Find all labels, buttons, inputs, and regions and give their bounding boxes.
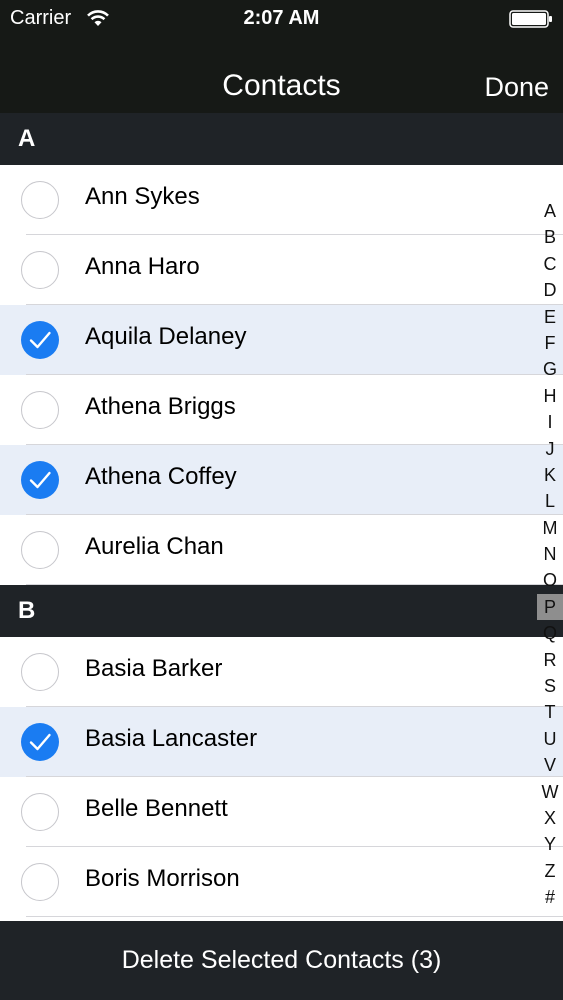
contact-name: Basia Lancaster (85, 725, 258, 752)
section-header-a: A (0, 113, 563, 165)
checkmark-icon[interactable] (21, 723, 59, 761)
contact-name: Ann Sykes (85, 183, 200, 210)
index-letter[interactable]: J (537, 436, 563, 462)
index-letter[interactable]: G (537, 356, 563, 382)
index-letter[interactable]: P (537, 593, 563, 621)
checkmark-icon[interactable] (21, 321, 59, 359)
index-letter[interactable]: N (537, 541, 563, 567)
unchecked-circle-icon[interactable] (21, 251, 59, 289)
navigation-bar: Contacts Done (0, 40, 563, 113)
unchecked-circle-icon[interactable] (21, 181, 59, 219)
index-letter[interactable]: A (537, 198, 563, 224)
unchecked-circle-icon[interactable] (21, 863, 59, 901)
index-letter[interactable]: L (537, 488, 563, 514)
index-letter[interactable]: W (537, 779, 563, 805)
contact-row[interactable]: Aurelia Chan (0, 515, 563, 585)
section-header-b: B (0, 585, 563, 637)
contact-name: Aquila Delaney (85, 323, 247, 350)
index-letter[interactable]: D (537, 277, 563, 303)
index-letter[interactable]: H (537, 383, 563, 409)
page-title: Contacts (222, 69, 341, 102)
index-letter[interactable]: U (537, 726, 563, 752)
index-letter[interactable]: E (537, 304, 563, 330)
index-letter[interactable]: Z (537, 858, 563, 884)
contact-row[interactable]: Ann Sykes (0, 165, 563, 235)
contact-list[interactable]: A Ann Sykes Anna Haro Aquila Delaney Athena … (0, 113, 563, 921)
unchecked-circle-icon[interactable] (21, 653, 59, 691)
row-divider (26, 916, 563, 917)
contact-row[interactable]: Athena Coffey (0, 445, 563, 515)
unchecked-circle-icon[interactable] (21, 531, 59, 569)
unchecked-circle-icon[interactable] (21, 793, 59, 831)
contact-row[interactable]: Belle Bennett (0, 777, 563, 847)
index-letter[interactable]: V (537, 752, 563, 778)
index-letter[interactable]: I (537, 409, 563, 435)
index-letter[interactable]: # (537, 884, 563, 910)
row-divider (26, 584, 563, 585)
index-letter[interactable]: Y (537, 831, 563, 857)
contact-row[interactable]: Basia Barker (0, 637, 563, 707)
section-index[interactable]: A B C D E F G H I J K L M N O P Q R S T U V W X Y Z # (537, 198, 563, 910)
index-letter[interactable]: Q (537, 620, 563, 646)
clock: 2:07 AM (243, 7, 320, 29)
index-letter[interactable]: T (537, 699, 563, 725)
contact-name: Boris Morrison (85, 865, 240, 892)
contact-name: Aurelia Chan (85, 533, 224, 560)
contact-name: Anna Haro (85, 253, 200, 280)
contact-name: Athena Briggs (85, 393, 236, 420)
status-bar: Carrier 2:07 AM (0, 0, 563, 40)
index-letter[interactable]: O (537, 567, 563, 593)
index-letter[interactable]: C (537, 251, 563, 277)
index-letter[interactable]: R (537, 647, 563, 673)
unchecked-circle-icon[interactable] (21, 391, 59, 429)
contact-row[interactable]: Athena Briggs (0, 375, 563, 445)
contact-name: Athena Coffey (85, 463, 237, 490)
contact-row[interactable]: Boris Morrison (0, 847, 563, 917)
battery-icon (509, 10, 552, 28)
contact-name: Basia Barker (85, 655, 223, 682)
done-button[interactable]: Done (484, 72, 549, 103)
index-letter[interactable]: K (537, 462, 563, 488)
index-letter[interactable]: M (537, 515, 563, 541)
index-letter[interactable]: B (537, 224, 563, 250)
contact-row[interactable]: Basia Lancaster (0, 707, 563, 777)
index-letter[interactable]: F (537, 330, 563, 356)
checkmark-icon[interactable] (21, 461, 59, 499)
contact-row[interactable]: Anna Haro (0, 235, 563, 305)
delete-selected-button[interactable]: Delete Selected Contacts (3) (0, 921, 563, 1000)
index-letter[interactable]: S (537, 673, 563, 699)
contact-row[interactable]: Aquila Delaney (0, 305, 563, 375)
index-letter[interactable]: X (537, 805, 563, 831)
contact-name: Belle Bennett (85, 795, 228, 822)
